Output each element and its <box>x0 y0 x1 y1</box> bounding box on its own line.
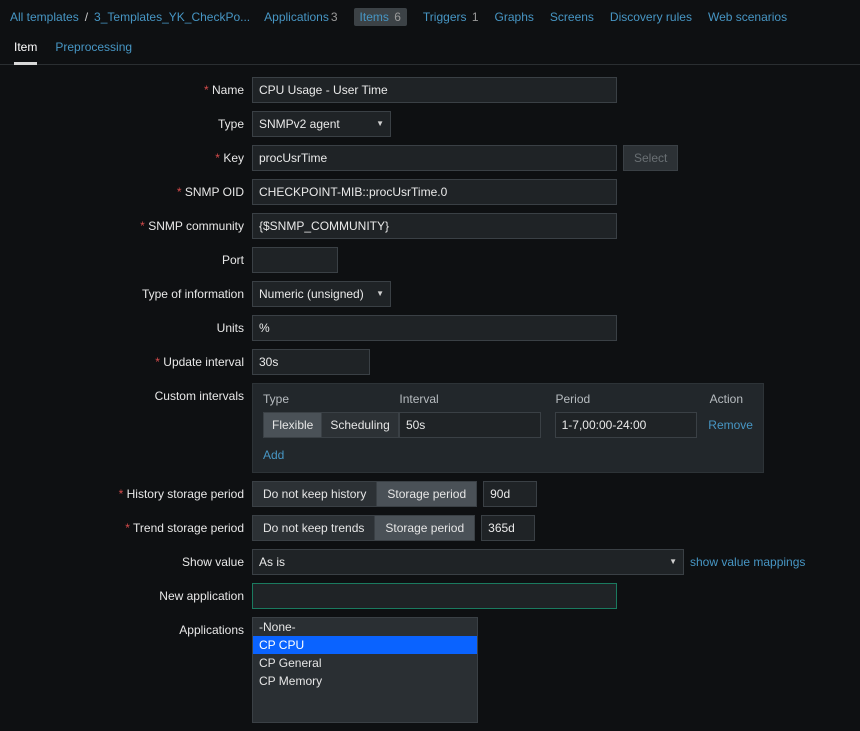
interval-row: Flexible Scheduling Remove <box>263 412 753 438</box>
update-interval-input[interactable] <box>252 349 370 375</box>
nav-web[interactable]: Web scenarios <box>708 10 787 24</box>
label-new-application: New application <box>0 583 252 603</box>
type-info-select[interactable]: Numeric (unsigned) <box>252 281 391 307</box>
breadcrumb-all-templates[interactable]: All templates <box>10 10 79 24</box>
tab-bar: Item Preprocessing <box>0 32 860 65</box>
breadcrumb-current[interactable]: 3_Templates_YK_CheckPo... <box>94 10 250 24</box>
label-port: Port <box>0 247 252 267</box>
interval-add-link[interactable]: Add <box>263 448 284 462</box>
item-form: Name Type SNMPv2 agent Key Select SNMP O… <box>0 65 860 723</box>
label-show-value: Show value <box>0 549 252 569</box>
nav-items[interactable]: Items 6 <box>354 8 407 26</box>
trend-storage-period[interactable]: Storage period <box>375 515 475 541</box>
key-select-button[interactable]: Select <box>623 145 678 171</box>
label-trend-period: Trend storage period <box>0 515 252 535</box>
intervals-header: Type Interval Period Action <box>263 392 753 406</box>
interval-type-scheduling[interactable]: Scheduling <box>322 412 398 438</box>
application-option[interactable]: CP General <box>253 654 477 672</box>
interval-remove-link[interactable]: Remove <box>708 418 753 432</box>
label-history-period: History storage period <box>0 481 252 501</box>
tab-preprocessing[interactable]: Preprocessing <box>55 40 132 64</box>
nav-applications[interactable]: Applications3 <box>264 10 337 24</box>
interval-value-input[interactable] <box>399 412 541 438</box>
key-input[interactable] <box>252 145 617 171</box>
interval-period-input[interactable] <box>555 412 697 438</box>
intervals-header-interval: Interval <box>399 392 555 406</box>
application-option[interactable]: -None- <box>253 618 477 636</box>
history-mode-segment: Do not keep history Storage period <box>252 481 477 507</box>
label-units: Units <box>0 315 252 335</box>
show-value-mappings-link[interactable]: show value mappings <box>690 555 805 569</box>
trend-no-keep[interactable]: Do not keep trends <box>252 515 375 541</box>
trend-mode-segment: Do not keep trends Storage period <box>252 515 475 541</box>
interval-type-segment: Flexible Scheduling <box>263 412 399 438</box>
intervals-header-type: Type <box>263 392 399 406</box>
history-storage-period[interactable]: Storage period <box>377 481 477 507</box>
snmp-community-input[interactable] <box>252 213 617 239</box>
application-option[interactable]: CP Memory <box>253 672 477 690</box>
show-value-select[interactable]: As is <box>252 549 684 575</box>
label-key: Key <box>0 145 252 165</box>
new-application-input[interactable] <box>252 583 617 609</box>
label-type: Type <box>0 111 252 131</box>
nav-graphs[interactable]: Graphs <box>495 10 534 24</box>
intervals-header-period: Period <box>556 392 710 406</box>
custom-intervals-box: Type Interval Period Action Flexible Sch… <box>252 383 764 473</box>
nav-discovery[interactable]: Discovery rules <box>610 10 692 24</box>
trend-value-input[interactable] <box>481 515 535 541</box>
nav-screens[interactable]: Screens <box>550 10 594 24</box>
label-custom-intervals: Custom intervals <box>0 383 252 403</box>
label-snmp-oid: SNMP OID <box>0 179 252 199</box>
interval-type-flexible[interactable]: Flexible <box>263 412 322 438</box>
tab-item[interactable]: Item <box>14 40 37 65</box>
history-value-input[interactable] <box>483 481 537 507</box>
applications-list[interactable]: -None-CP CPUCP GeneralCP Memory <box>252 617 478 723</box>
nav-applications-count: 3 <box>331 10 338 24</box>
breadcrumb-separator: / <box>85 10 88 24</box>
label-snmp-community: SNMP community <box>0 213 252 233</box>
nav-triggers[interactable]: Triggers 1 <box>423 10 479 24</box>
label-applications: Applications <box>0 617 252 637</box>
units-input[interactable] <box>252 315 617 341</box>
label-type-info: Type of information <box>0 281 252 301</box>
name-input[interactable] <box>252 77 617 103</box>
nav-items-count: 6 <box>394 10 401 24</box>
history-no-keep[interactable]: Do not keep history <box>252 481 377 507</box>
port-input[interactable] <box>252 247 338 273</box>
type-select[interactable]: SNMPv2 agent <box>252 111 391 137</box>
breadcrumb: All templates / 3_Templates_YK_CheckPo..… <box>10 10 250 24</box>
top-bar: All templates / 3_Templates_YK_CheckPo..… <box>0 0 860 32</box>
intervals-header-action: Action <box>710 392 753 406</box>
nav-links: Applications3 Items 6 Triggers 1 Graphs … <box>264 8 787 26</box>
label-name: Name <box>0 77 252 97</box>
snmp-oid-input[interactable] <box>252 179 617 205</box>
label-update-interval: Update interval <box>0 349 252 369</box>
nav-triggers-count: 1 <box>472 10 479 24</box>
